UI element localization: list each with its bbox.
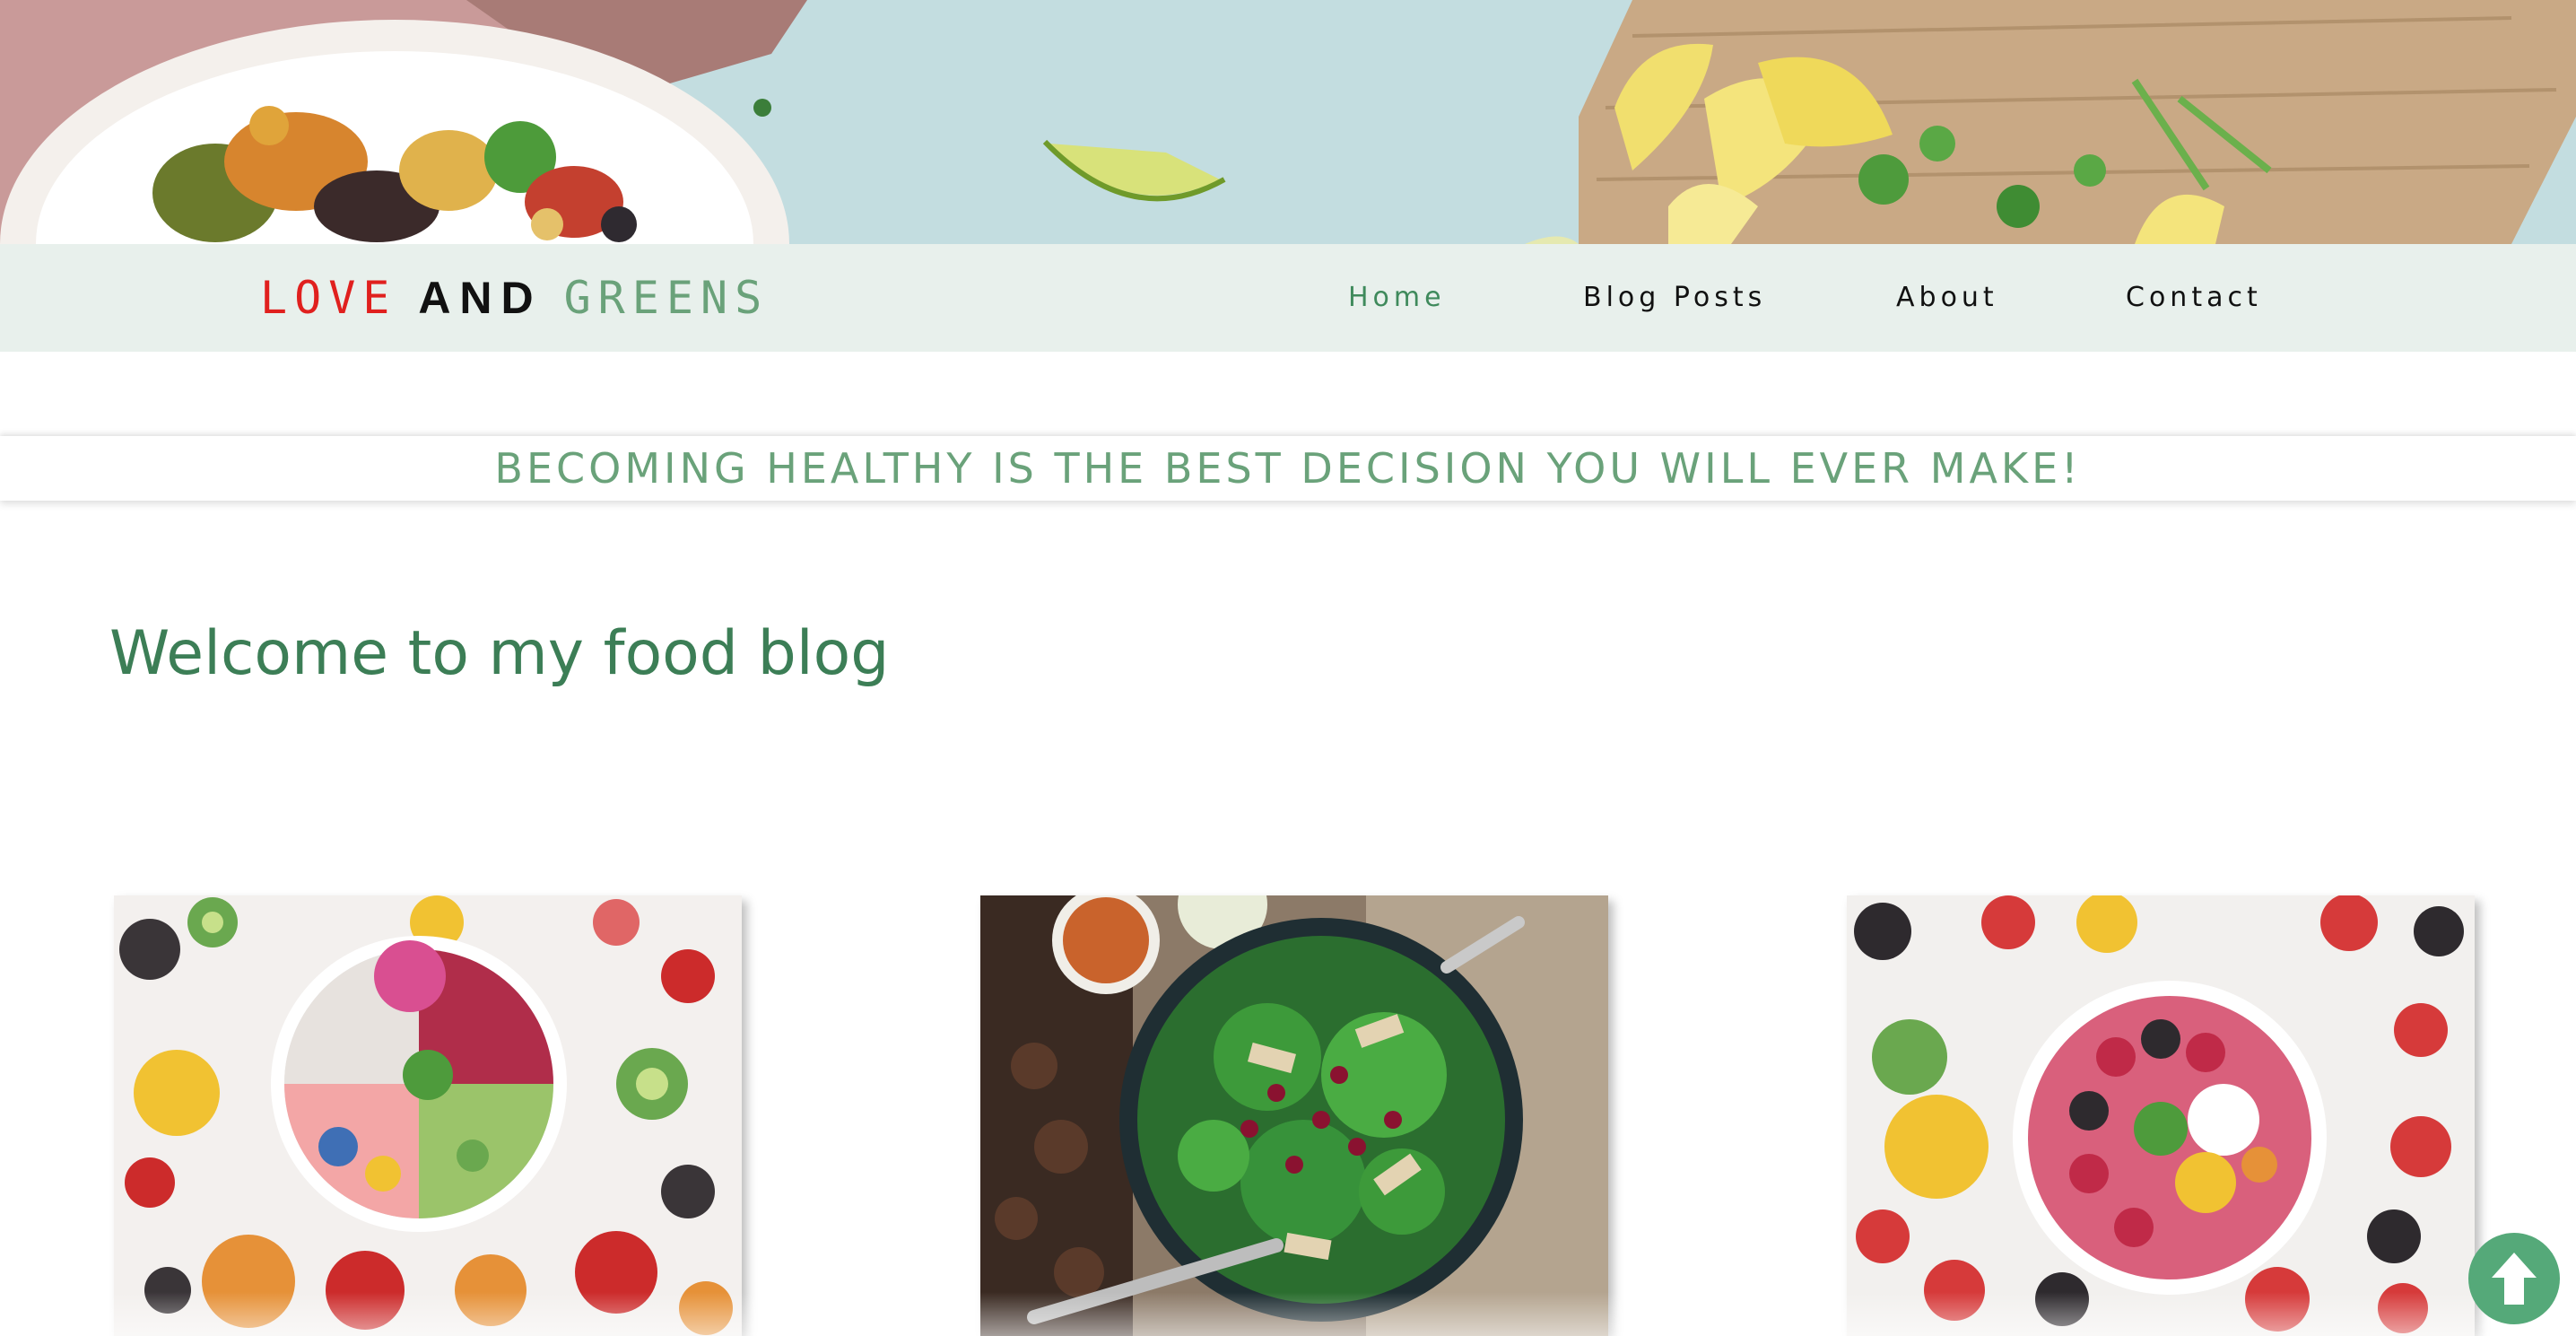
spinach-pomegranate-salad-image [980,895,1608,1336]
berry-smoothie-bowl-image [1847,895,2475,1336]
logo-word-love: LOVE [260,272,397,324]
tagline-text: BECOMING HEALTHY IS THE BEST DECISION YO… [494,444,2082,493]
blog-card[interactable] [114,895,742,1336]
nav-link-about[interactable]: About [1896,280,1998,316]
logo-word-and: AND [418,273,543,323]
blog-card[interactable] [980,895,1608,1336]
nav-link-contact[interactable]: Contact [2126,280,2262,316]
site-logo[interactable]: LOVE AND GREENS [260,269,769,327]
nav-link-blog-posts[interactable]: Blog Posts [1583,280,1766,316]
back-to-top-button[interactable] [2468,1233,2560,1324]
page-title: Welcome to my food blog [109,618,890,689]
fruit-smoothie-bowl-image [114,895,742,1336]
arrow-up-icon [2492,1253,2537,1305]
food-banner-image [0,0,2576,244]
navigation-bar: LOVE AND GREENS Home Blog Posts About Co… [0,244,2576,352]
tagline-banner: BECOMING HEALTHY IS THE BEST DECISION YO… [0,436,2576,501]
nav-link-home[interactable]: Home [1348,280,1446,316]
blog-card[interactable] [1847,895,2475,1336]
hero-banner [0,0,2576,244]
logo-word-greens: GREENS [563,272,770,324]
